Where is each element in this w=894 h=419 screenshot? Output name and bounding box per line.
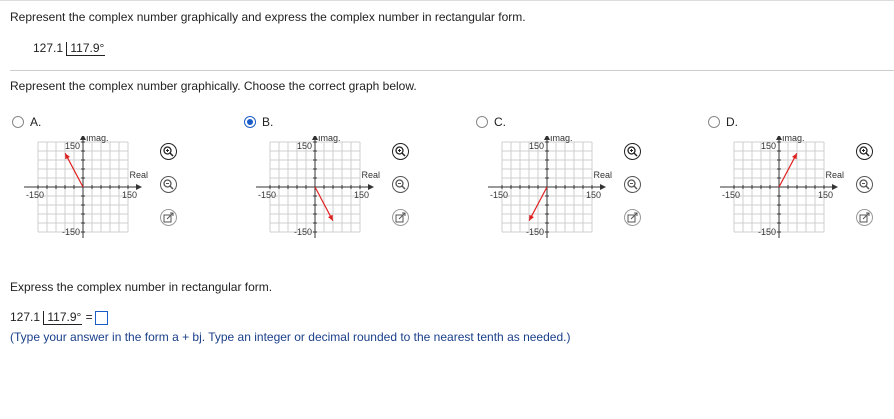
graph-c: Imag. Real 150 -150 -150 150 — [488, 136, 612, 238]
answer-input[interactable] — [94, 310, 108, 325]
real-axis-label: Real — [129, 170, 148, 180]
question-title: Represent the complex number graphically… — [10, 10, 526, 24]
zoom-in-icon[interactable] — [856, 143, 873, 160]
zoom-in-icon[interactable] — [392, 143, 409, 160]
option-d-label: D. — [726, 115, 738, 129]
radio-c[interactable] — [476, 116, 488, 128]
option-d[interactable]: D. Imag. Real 150 -150 -150 150 — [708, 114, 894, 264]
tick-label-real-pos: 150 — [586, 190, 601, 200]
graph-a: Imag. Real 150 -150 -150 150 — [24, 136, 148, 238]
equals-sign: = — [85, 310, 93, 324]
tick-label-real-pos: 150 — [122, 190, 137, 200]
tick-label-imag-pos: 150 — [297, 141, 312, 151]
tick-label-imag-neg: -150 — [294, 227, 312, 237]
tick-label-real-pos: 150 — [818, 190, 833, 200]
zoom-out-icon[interactable] — [624, 176, 641, 193]
tick-label-real-neg: -150 — [26, 190, 44, 200]
option-c-label: C. — [494, 115, 506, 129]
tick-label-imag-neg: -150 — [758, 227, 776, 237]
imag-axis-label: Imag. — [782, 136, 805, 143]
real-axis-label: Real — [593, 170, 612, 180]
magnitude: 127.1 — [33, 41, 64, 55]
imag-axis-label: Imag. — [86, 136, 109, 143]
radio-d[interactable] — [708, 116, 720, 128]
sub-prompt: Represent the complex number graphically… — [10, 79, 417, 93]
answer-prompt: Express the complex number in rectangula… — [10, 280, 273, 294]
complex-number-polar: 127.1 117.9° — [33, 41, 106, 56]
divider — [10, 70, 894, 71]
tick-label-imag-pos: 150 — [761, 141, 776, 151]
tick-label-imag-pos: 150 — [65, 141, 80, 151]
popout-icon[interactable] — [624, 209, 641, 226]
radio-b[interactable] — [244, 116, 256, 128]
option-a-label: A. — [30, 115, 42, 129]
zoom-out-icon[interactable] — [392, 176, 409, 193]
popout-icon[interactable] — [856, 209, 873, 226]
answer-line: 127.1 117.9° = — [10, 310, 108, 325]
option-a[interactable]: A. Imag. Real 150 -150 -150 150 — [12, 114, 232, 264]
imag-axis-label: Imag. — [318, 136, 341, 143]
answer-hint: (Type your answer in the form a + bj. Ty… — [10, 330, 571, 344]
tick-label-real-neg: -150 — [490, 190, 508, 200]
tick-label-real-neg: -150 — [258, 190, 276, 200]
popout-icon[interactable] — [392, 209, 409, 226]
graph-d: Imag. Real 150 -150 -150 150 — [720, 136, 844, 238]
tick-label-imag-neg: -150 — [526, 227, 544, 237]
magnitude: 127.1 — [10, 310, 41, 324]
tick-label-imag-pos: 150 — [529, 141, 544, 151]
zoom-out-icon[interactable] — [856, 176, 873, 193]
real-axis-label: Real — [361, 170, 380, 180]
tick-label-real-neg: -150 — [722, 190, 740, 200]
real-axis-label: Real — [825, 170, 844, 180]
option-b-label: B. — [262, 115, 274, 129]
popout-icon[interactable] — [160, 209, 177, 226]
top-border — [0, 0, 894, 1]
radio-a[interactable] — [12, 116, 24, 128]
option-b[interactable]: B. Imag. Real 150 -150 -150 150 — [244, 114, 464, 264]
zoom-out-icon[interactable] — [160, 176, 177, 193]
imag-axis-label: Imag. — [550, 136, 573, 143]
option-c[interactable]: C. Imag. Real 150 -150 -150 150 — [476, 114, 696, 264]
zoom-in-icon[interactable] — [624, 143, 641, 160]
tick-label-imag-neg: -150 — [62, 227, 80, 237]
angle: 117.9° — [43, 311, 83, 325]
zoom-in-icon[interactable] — [160, 143, 177, 160]
graph-b: Imag. Real 150 -150 -150 150 — [256, 136, 380, 238]
angle: 117.9° — [66, 42, 106, 56]
tick-label-real-pos: 150 — [354, 190, 369, 200]
